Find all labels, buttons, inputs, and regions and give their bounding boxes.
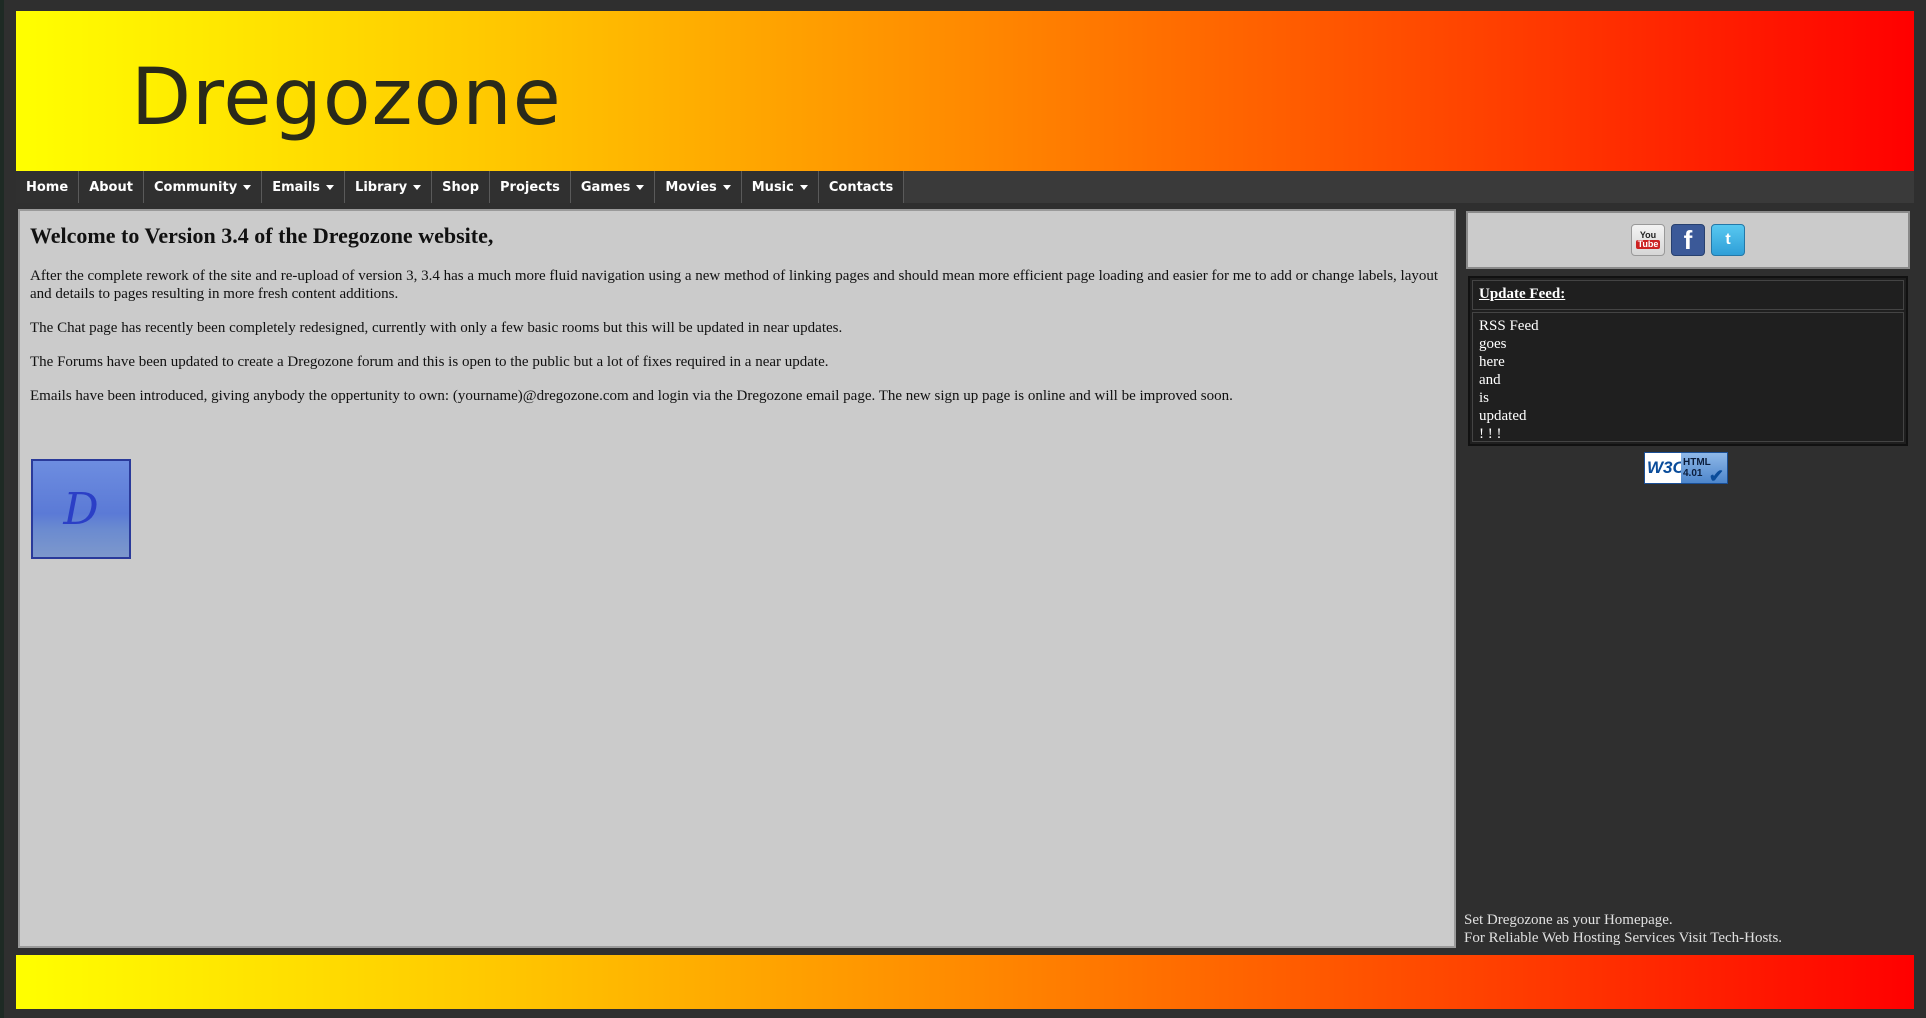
youtube-icon-bottom: Tube: [1635, 239, 1661, 249]
twitter-icon-glyph: t: [1725, 231, 1731, 248]
update-feed-title[interactable]: Update Feed:: [1479, 286, 1565, 302]
nav-item-about[interactable]: About: [79, 171, 144, 203]
nav-item-music[interactable]: Music: [741, 171, 819, 203]
main-nav: Home About Community Emails Library Shop…: [16, 171, 1914, 203]
nav-item-emails[interactable]: Emails: [262, 171, 346, 203]
page-title: Welcome to Version 3.4 of the Dregozone …: [30, 223, 494, 248]
set-homepage-link[interactable]: Set Dregozone as your Homepage.: [1464, 912, 1673, 928]
nav-label: Shop: [442, 179, 480, 195]
facebook-icon[interactable]: f: [1671, 224, 1705, 256]
feed-line: ! ! !: [1479, 426, 1502, 442]
forums-paragraph: The Forums have been updated to create a…: [30, 354, 829, 370]
feed-line: is: [1479, 390, 1490, 406]
emails-paragraph: Emails have been introduced, giving anyb…: [30, 388, 1233, 404]
window-edge: [0, 0, 4, 1018]
nav-label: Projects: [500, 179, 560, 195]
site-title: Dregozone: [131, 53, 562, 143]
nav-label: Contacts: [828, 179, 894, 195]
feed-line: updated: [1479, 408, 1527, 424]
update-feed-panel: Update Feed: RSS Feed goes here and is u…: [1468, 276, 1908, 446]
twitter-icon[interactable]: t: [1711, 224, 1745, 256]
nav-item-movies[interactable]: Movies: [655, 171, 742, 203]
feed-line: here: [1479, 354, 1505, 370]
nav-label: Community: [153, 179, 238, 195]
caret-down-icon: [722, 184, 731, 190]
caret-down-icon: [636, 184, 645, 190]
feed-line: goes: [1479, 336, 1507, 352]
w3c-logo-text: W3C: [1647, 458, 1685, 477]
feed-line: and: [1479, 372, 1501, 388]
nav-label: Music: [751, 179, 794, 195]
caret-down-icon: [413, 184, 422, 190]
caret-down-icon: [243, 184, 252, 190]
nav-item-contacts[interactable]: Contacts: [818, 171, 905, 203]
intro-paragraph: After the complete rework of the site an…: [30, 268, 1439, 302]
dregozone-logo[interactable]: D: [31, 459, 131, 559]
nav-label: Movies: [665, 179, 717, 195]
chat-paragraph: The Chat page has recently been complete…: [30, 320, 843, 336]
youtube-icon[interactable]: You Tube: [1631, 224, 1665, 256]
checkmark-icon: ✔: [1708, 466, 1724, 486]
update-feed-header: Update Feed:: [1472, 280, 1904, 310]
site-footer-banner: [16, 955, 1914, 1009]
w3c-version-panel: HTML 4.01 ✔: [1681, 453, 1727, 486]
logo-letter: D: [63, 483, 99, 535]
hosting-link[interactable]: For Reliable Web Hosting Services Visit …: [1464, 930, 1782, 946]
w3c-html-valid-badge[interactable]: W3C HTML 4.01 ✔: [1644, 452, 1728, 486]
facebook-icon-glyph: f: [1683, 224, 1693, 255]
nav-label: Games: [580, 179, 631, 195]
nav-label: Home: [26, 179, 69, 195]
nav-item-library[interactable]: Library: [345, 171, 433, 203]
nav-item-home[interactable]: Home: [16, 171, 80, 203]
site-header-banner: Dregozone: [16, 11, 1914, 171]
nav-item-projects[interactable]: Projects: [490, 171, 571, 203]
nav-item-shop[interactable]: Shop: [432, 171, 491, 203]
feed-line: RSS Feed: [1479, 318, 1539, 334]
sidebar-footer-links: Set Dregozone as your Homepage. For Reli…: [1464, 911, 1782, 947]
social-links-panel: You Tube f t: [1466, 211, 1910, 269]
caret-down-icon: [326, 184, 335, 190]
nav-label: Emails: [272, 179, 321, 195]
nav-item-games[interactable]: Games: [570, 171, 656, 203]
update-feed-body: RSS Feed goes here and is updated ! ! !: [1472, 312, 1904, 442]
nav-item-community[interactable]: Community: [143, 171, 263, 203]
nav-label: About: [89, 179, 133, 195]
nav-label: Library: [355, 179, 408, 195]
main-content: Welcome to Version 3.4 of the Dregozone …: [18, 209, 1456, 948]
caret-down-icon: [799, 184, 808, 190]
